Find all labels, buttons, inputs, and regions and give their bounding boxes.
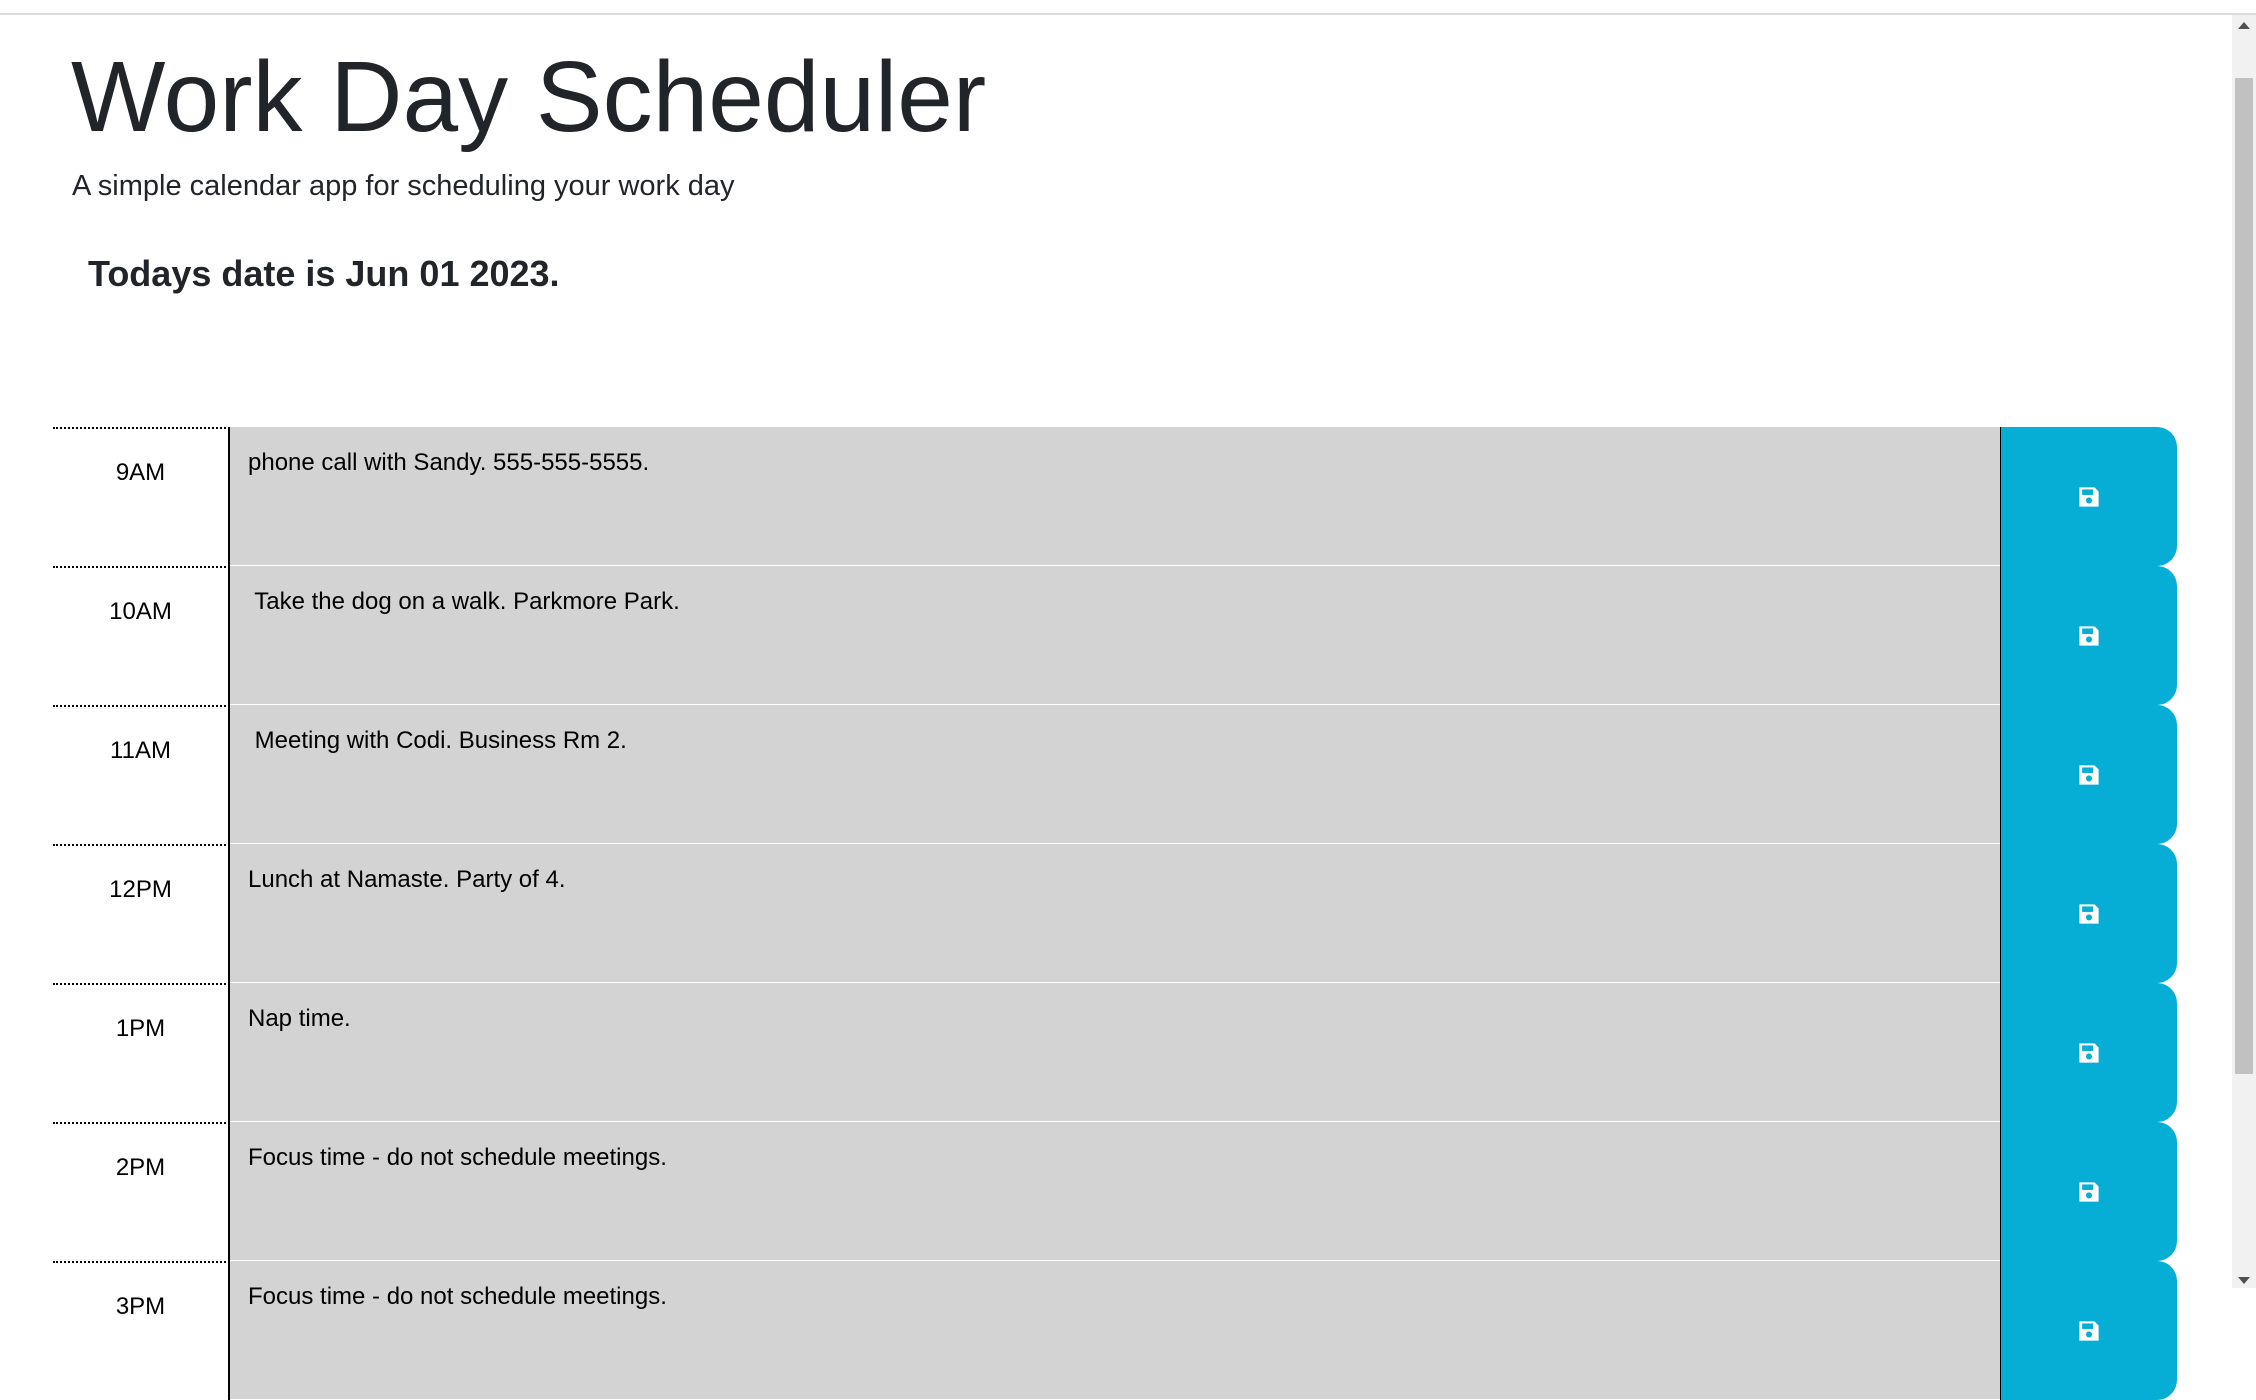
save-button[interactable]	[2000, 1122, 2177, 1261]
hour-label: 9AM	[53, 427, 230, 566]
current-date: Todays date is Jun 01 2023.	[88, 253, 560, 294]
hour-label: 1PM	[53, 983, 230, 1122]
save-icon	[2079, 625, 2099, 646]
hour-label: 12PM	[53, 844, 230, 983]
description-textarea[interactable]: Nap time.	[230, 983, 2000, 1122]
hour-label: 3PM	[53, 1261, 230, 1400]
description-textarea[interactable]: phone call with Sandy. 555-555-5555.	[230, 427, 2000, 566]
save-icon	[2079, 903, 2099, 924]
save-button[interactable]	[2000, 705, 2177, 844]
save-icon	[2079, 1181, 2099, 1202]
description-textarea[interactable]: Meeting with Codi. Business Rm 2.	[230, 705, 2000, 844]
save-icon	[2079, 486, 2099, 507]
save-button[interactable]	[2000, 1261, 2177, 1400]
page: Work Day Scheduler A simple calendar app…	[0, 0, 2232, 1400]
time-block-12pm: 12PM Lunch at Namaste. Party of 4.	[53, 844, 2177, 983]
description-textarea[interactable]: Focus time - do not schedule meetings.	[230, 1261, 2000, 1400]
save-icon	[2079, 764, 2099, 785]
save-button[interactable]	[2000, 844, 2177, 983]
hour-label: 2PM	[53, 1122, 230, 1261]
description-textarea[interactable]: Focus time - do not schedule meetings.	[230, 1122, 2000, 1261]
time-block-1pm: 1PM Nap time.	[53, 983, 2177, 1122]
save-icon	[2079, 1320, 2099, 1341]
scroll-down-arrow-icon[interactable]	[2238, 1277, 2250, 1284]
schedule-container: 9AM phone call with Sandy. 555-555-5555.…	[53, 427, 2177, 1400]
save-button[interactable]	[2000, 566, 2177, 705]
save-button[interactable]	[2000, 983, 2177, 1122]
save-icon	[2079, 1042, 2099, 1063]
hour-label: 10AM	[53, 566, 230, 705]
page-title: Work Day Scheduler	[71, 41, 987, 153]
time-block-3pm: 3PM Focus time - do not schedule meeting…	[53, 1261, 2177, 1400]
time-block-9am: 9AM phone call with Sandy. 555-555-5555.	[53, 427, 2177, 566]
save-button[interactable]	[2000, 427, 2177, 566]
time-block-2pm: 2PM Focus time - do not schedule meeting…	[53, 1122, 2177, 1261]
scrollbar-thumb[interactable]	[2235, 78, 2253, 1074]
hour-label: 11AM	[53, 705, 230, 844]
description-textarea[interactable]: Lunch at Namaste. Party of 4.	[230, 844, 2000, 983]
description-textarea[interactable]: Take the dog on a walk. Parkmore Park.	[230, 566, 2000, 705]
time-block-11am: 11AM Meeting with Codi. Business Rm 2.	[53, 705, 2177, 844]
scroll-up-arrow-icon[interactable]	[2238, 22, 2250, 29]
page-subtitle: A simple calendar app for scheduling you…	[72, 170, 735, 202]
time-block-10am: 10AM Take the dog on a walk. Parkmore Pa…	[53, 566, 2177, 705]
